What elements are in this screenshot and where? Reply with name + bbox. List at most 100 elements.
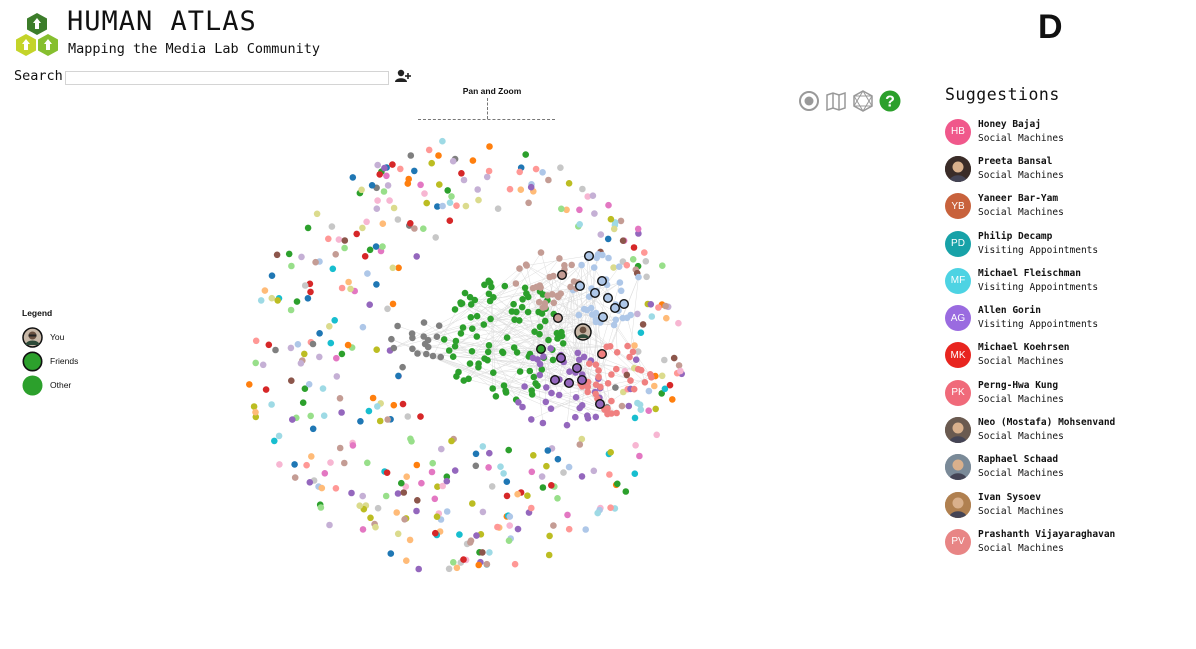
graph-node[interactable] — [616, 279, 624, 286]
graph-node[interactable] — [574, 349, 582, 357]
graph-node[interactable] — [358, 186, 365, 194]
graph-node[interactable] — [417, 181, 424, 189]
graph-node[interactable] — [466, 293, 474, 301]
graph-node[interactable] — [273, 251, 281, 259]
graph-node[interactable] — [380, 188, 388, 195]
graph-node[interactable] — [288, 377, 295, 384]
graph-node[interactable] — [390, 204, 398, 212]
graph-node[interactable] — [417, 413, 424, 420]
graph-node[interactable] — [403, 473, 410, 481]
graph-node[interactable] — [252, 359, 259, 367]
graph-node[interactable] — [558, 205, 565, 213]
graph-node[interactable] — [576, 221, 583, 228]
graph-node[interactable] — [443, 508, 451, 515]
graph-node[interactable] — [439, 202, 446, 210]
graph-node[interactable] — [458, 170, 465, 177]
graph-node[interactable] — [597, 348, 608, 359]
graph-node[interactable] — [395, 372, 402, 380]
graph-node[interactable] — [580, 305, 588, 313]
graph-node[interactable] — [484, 348, 492, 356]
graph-node[interactable] — [451, 343, 459, 350]
graph-node[interactable] — [605, 201, 612, 209]
graph-node[interactable] — [539, 169, 546, 176]
graph-node[interactable] — [500, 470, 507, 477]
graph-node[interactable] — [641, 379, 649, 386]
graph-node[interactable] — [670, 354, 678, 362]
graph-node[interactable] — [349, 174, 357, 181]
graph-node[interactable] — [604, 235, 612, 243]
graph-node[interactable] — [262, 386, 270, 393]
search-input[interactable] — [65, 71, 389, 85]
graph-node[interactable] — [389, 300, 397, 308]
graph-node[interactable] — [582, 526, 589, 533]
graph-node[interactable] — [345, 278, 352, 286]
graph-node[interactable] — [445, 565, 453, 573]
graph-node[interactable] — [663, 314, 670, 322]
graph-node[interactable] — [293, 298, 301, 305]
graph-node[interactable] — [636, 452, 643, 460]
graph-node[interactable] — [423, 199, 430, 207]
graph-node[interactable] — [641, 249, 648, 256]
graph-node[interactable] — [521, 383, 528, 390]
graph-node[interactable] — [424, 343, 432, 351]
graph-node[interactable] — [401, 516, 408, 523]
graph-node[interactable] — [517, 186, 525, 193]
graph-node[interactable] — [661, 385, 669, 393]
graph-node[interactable] — [462, 202, 470, 210]
graph-node[interactable] — [594, 509, 601, 517]
suggestion-item[interactable]: Neo (Mostafa) Mohsenvand Social Machines — [945, 411, 1115, 448]
graph-node[interactable] — [246, 381, 253, 388]
graph-node[interactable] — [409, 345, 416, 353]
graph-node[interactable] — [631, 414, 639, 422]
suggestion-item[interactable]: Raphael Schaad Social Machines — [945, 449, 1115, 486]
graph-node[interactable] — [306, 479, 314, 486]
graph-node[interactable] — [595, 373, 602, 381]
graph-node[interactable] — [376, 417, 384, 425]
graph-node[interactable] — [341, 459, 348, 467]
graph-node[interactable] — [590, 467, 598, 475]
graph-node[interactable] — [285, 250, 293, 258]
graph-node[interactable] — [459, 324, 467, 331]
graph-node[interactable] — [576, 404, 583, 412]
network-icon[interactable] — [852, 90, 874, 112]
graph-node[interactable] — [308, 453, 315, 460]
graph-node[interactable] — [597, 275, 608, 286]
graph-node[interactable] — [475, 561, 482, 569]
graph-node[interactable] — [539, 304, 547, 311]
graph-node[interactable] — [566, 368, 573, 375]
graph-node[interactable] — [598, 311, 609, 322]
graph-node[interactable] — [518, 303, 526, 311]
graph-node[interactable] — [546, 532, 553, 540]
graph-node[interactable] — [613, 365, 620, 373]
graph-node[interactable] — [519, 296, 526, 303]
graph-node[interactable] — [584, 250, 595, 261]
graph-node[interactable] — [608, 397, 615, 405]
graph-node[interactable] — [505, 446, 512, 454]
graph-node[interactable] — [522, 261, 530, 268]
graph-node[interactable] — [466, 360, 474, 367]
graph-node[interactable] — [485, 464, 492, 471]
graph-node[interactable] — [287, 344, 295, 352]
graph-node[interactable] — [557, 164, 564, 171]
graph-node[interactable] — [479, 549, 486, 556]
graph-node[interactable] — [516, 265, 523, 272]
graph-node[interactable] — [400, 489, 408, 496]
graph-node[interactable] — [590, 264, 598, 271]
graph-node[interactable] — [578, 261, 585, 269]
graph-node[interactable] — [486, 297, 494, 305]
graph-node[interactable] — [332, 485, 340, 492]
graph-node[interactable] — [413, 253, 420, 260]
graph-node[interactable] — [511, 560, 519, 568]
graph-node[interactable] — [492, 393, 500, 400]
graph-node[interactable] — [395, 264, 402, 272]
graph-node[interactable] — [399, 363, 406, 371]
graph-node[interactable] — [557, 269, 568, 280]
graph-node[interactable] — [528, 387, 535, 394]
graph-node[interactable] — [648, 374, 655, 381]
graph-node[interactable] — [555, 391, 563, 399]
graph-node[interactable] — [428, 159, 435, 167]
graph-node[interactable] — [404, 180, 412, 187]
graph-node[interactable] — [634, 399, 641, 407]
graph-node[interactable] — [336, 395, 344, 402]
graph-node[interactable] — [407, 152, 415, 159]
